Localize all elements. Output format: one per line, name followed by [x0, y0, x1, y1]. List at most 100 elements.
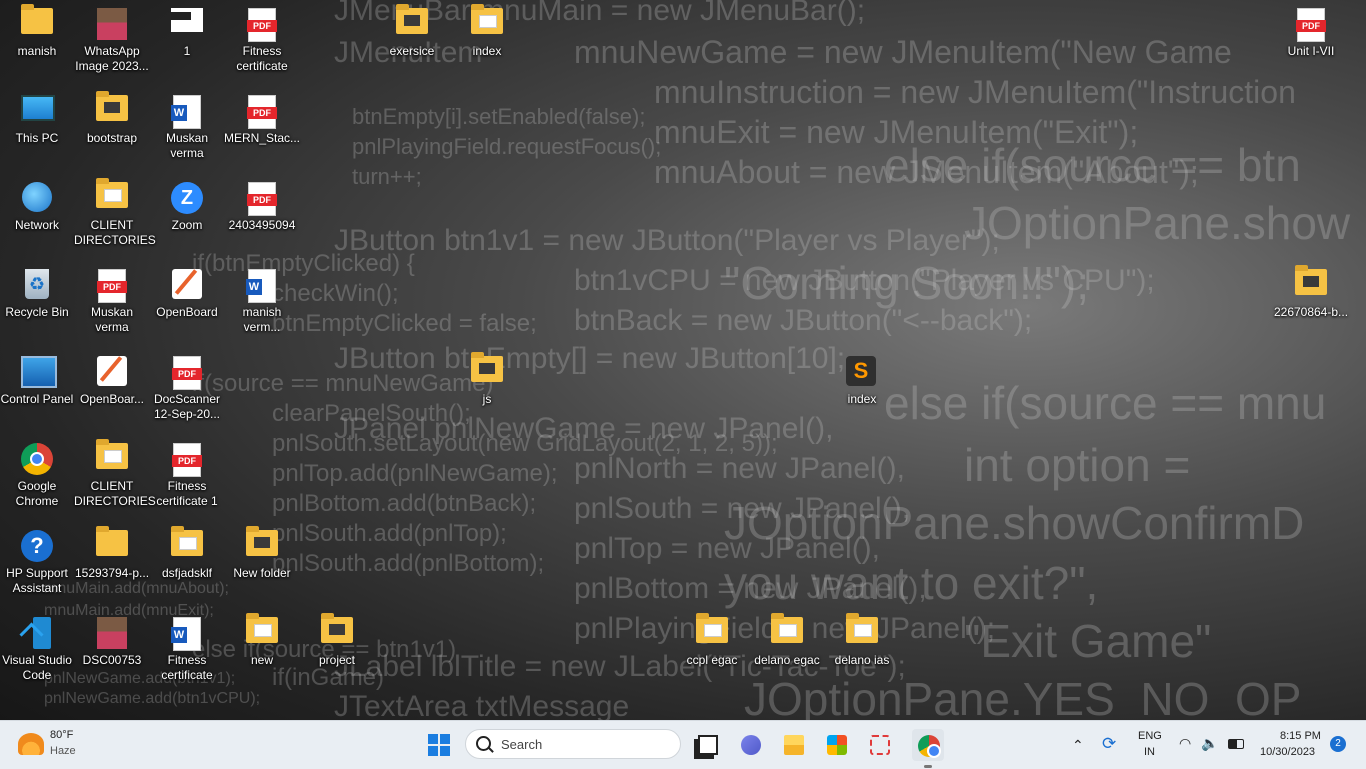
desktop-icon-label: New folder: [233, 566, 291, 580]
folder-icon: [321, 613, 353, 649]
desktop-icon-index-folder[interactable]: index: [449, 0, 525, 59]
pdf-icon: PDF: [96, 269, 128, 303]
desktop-icon-label: Muskan verma: [165, 131, 209, 160]
folder-icon: [96, 178, 128, 214]
control-panel-icon: [21, 356, 57, 388]
folder-icon: [246, 526, 278, 562]
desktop-icon-delano-egac[interactable]: delano egac: [749, 609, 825, 668]
desktop-icon-muskan-verma-pdf[interactable]: PDF Muskan verma: [74, 261, 150, 335]
wallpaper-code-line: else if(source == mnu: [884, 377, 1327, 429]
computer-icon: [21, 95, 55, 127]
wallpaper-code-line: int option =: [964, 439, 1191, 491]
desktop-icon-label: Visual Studio Code: [2, 653, 72, 682]
language-indicator-bottom[interactable]: IN: [1144, 746, 1155, 758]
desktop-icon-openboard[interactable]: OpenBoard: [149, 261, 225, 320]
wallpaper-code-line: JOptionPane.show: [964, 197, 1351, 249]
desktop-icon-network[interactable]: Network: [0, 174, 75, 233]
desktop-icon-ccpl-egac[interactable]: ccpl egac: [674, 609, 750, 668]
folder-icon: [21, 4, 53, 40]
desktop-icon-dsc00753[interactable]: DSC00753: [74, 609, 150, 668]
desktop-icon-15293794[interactable]: 15293794-p...: [74, 522, 150, 581]
desktop-icon-2403495094[interactable]: PDF 2403495094: [224, 174, 300, 233]
desktop-icon-this-pc[interactable]: This PC: [0, 87, 75, 146]
folder-icon: [771, 613, 803, 649]
show-hidden-icons-chevron-up-icon[interactable]: ⌃: [1072, 737, 1084, 754]
pdf-icon: PDF: [246, 8, 278, 42]
desktop-icon-fitness-certificate[interactable]: PDF Fitness certificate: [224, 0, 300, 74]
desktop-icon-label: Google Chrome: [15, 479, 59, 508]
desktop-icon-new[interactable]: new: [224, 609, 300, 668]
microsoft-store-button[interactable]: [821, 729, 853, 761]
teams-chat-icon: [741, 735, 761, 755]
desktop-icon-label: Fitness certificate: [161, 653, 213, 682]
pdf-icon: PDF: [246, 182, 278, 216]
weather-haze-icon[interactable]: [18, 733, 44, 755]
desktop-icon-project[interactable]: project: [299, 609, 375, 668]
desktop-icon-label: delano ias: [834, 653, 890, 667]
clock-time[interactable]: 8:15 PM: [1280, 730, 1321, 742]
desktop-icon-label: bootstrap: [86, 131, 138, 145]
desktop-icon-label: project: [318, 653, 356, 667]
desktop-icon-manish-verma-doc[interactable]: W manish verm...: [224, 261, 300, 335]
desktop-icon-label: Unit I-VII: [1287, 44, 1335, 58]
weather-condition[interactable]: Haze: [50, 745, 76, 757]
desktop-icon-google-chrome[interactable]: Google Chrome: [0, 435, 75, 509]
pdf-icon: PDF: [1295, 8, 1327, 42]
desktop-icon-exersice[interactable]: exersice: [374, 0, 450, 59]
desktop-icon-delano-ias[interactable]: delano ias: [824, 609, 900, 668]
desktop-icon-muskan-verma-doc[interactable]: W Muskan verma: [149, 87, 225, 161]
chrome-taskbar-button[interactable]: [912, 729, 944, 768]
image-icon: [96, 8, 128, 40]
desktop-icon-fitness-certificate-doc[interactable]: W Fitness certificate: [149, 609, 225, 683]
wallpaper-code-line: "Coming Soon!!");: [724, 257, 1090, 309]
desktop-icon-zoom[interactable]: Z Zoom: [149, 174, 225, 233]
weather-temperature[interactable]: 80°F: [50, 729, 73, 741]
desktop-icon-index-sublime[interactable]: S index: [824, 348, 900, 407]
desktop-icon-recycle-bin[interactable]: ♻ Recycle Bin: [0, 261, 75, 320]
desktop-icon-vscode[interactable]: Visual Studio Code: [0, 609, 75, 683]
pdf-icon: PDF: [171, 443, 203, 477]
sync-update-icon[interactable]: ⟳: [1102, 734, 1116, 754]
desktop-icon-unit-i-vii[interactable]: PDF Unit I-VII: [1273, 0, 1349, 59]
desktop-icon-docscanner[interactable]: PDF DocScanner 12-Sep-20...: [149, 348, 225, 422]
desktop-icon-manish[interactable]: manish: [0, 0, 75, 59]
desktop-icon-label: HP Support Assistant: [6, 566, 68, 595]
start-button[interactable]: [428, 734, 450, 756]
snipping-tool-button[interactable]: [864, 729, 896, 761]
desktop-icon-label: manish verm...: [242, 305, 282, 334]
desktop-icon-fitness-certificate-1[interactable]: PDF Fitness certificate 1: [149, 435, 225, 509]
folder-icon: [171, 526, 203, 562]
desktop-icon-new-folder[interactable]: New folder: [224, 522, 300, 581]
desktop-icon-label: index: [847, 392, 877, 406]
wallpaper-code-line: btnBack = new JButton("<--back");: [574, 304, 1033, 337]
folder-icon: [471, 352, 503, 388]
desktop-icon-22670864[interactable]: 22670864-b...: [1273, 261, 1349, 320]
desktop-icon-js[interactable]: js: [449, 348, 525, 407]
desktop-icon-label: Recycle Bin: [5, 305, 69, 319]
speaker-icon[interactable]: 🔈: [1201, 735, 1218, 752]
notification-count-badge[interactable]: 2: [1330, 736, 1346, 752]
wifi-icon[interactable]: ◠: [1179, 735, 1191, 752]
desktop-icon-client-directories[interactable]: CLIENT DIRECTORIES: [74, 174, 156, 248]
battery-icon[interactable]: [1228, 739, 1244, 749]
language-indicator-top[interactable]: ENG: [1138, 730, 1162, 742]
teams-chat-button[interactable]: [735, 729, 767, 761]
desktop-icon-1[interactable]: 1: [149, 0, 225, 59]
desktop-icon-control-panel[interactable]: Control Panel: [0, 348, 75, 407]
word-icon: W: [171, 617, 203, 651]
desktop-icon-mern-stack[interactable]: PDF MERN_Stac...: [224, 87, 300, 146]
desktop-icon-openboard-shortcut[interactable]: OpenBoar...: [74, 348, 150, 407]
clock-date[interactable]: 10/30/2023: [1260, 746, 1315, 758]
desktop-icon-hp-support-assistant[interactable]: ? HP Support Assistant: [0, 522, 75, 596]
file-explorer-button[interactable]: [778, 729, 810, 761]
file-icon: [171, 8, 203, 40]
taskbar-search-box[interactable]: Search: [465, 729, 681, 759]
desktop-icon-whatsapp-image[interactable]: WhatsApp Image 2023...: [74, 0, 150, 74]
desktop-icon-client-directories-2[interactable]: CLIENT DIRECTORIES: [74, 435, 156, 509]
task-view-button[interactable]: [692, 729, 724, 761]
wallpaper-code-line: turn++;: [352, 164, 422, 189]
desktop-icon-label: index: [472, 44, 502, 58]
desktop-icon-dsfjadsklf[interactable]: dsfjadsklf: [149, 522, 225, 581]
desktop-icon-bootstrap[interactable]: bootstrap: [74, 87, 150, 146]
desktop-icon-label: 1: [183, 44, 191, 58]
